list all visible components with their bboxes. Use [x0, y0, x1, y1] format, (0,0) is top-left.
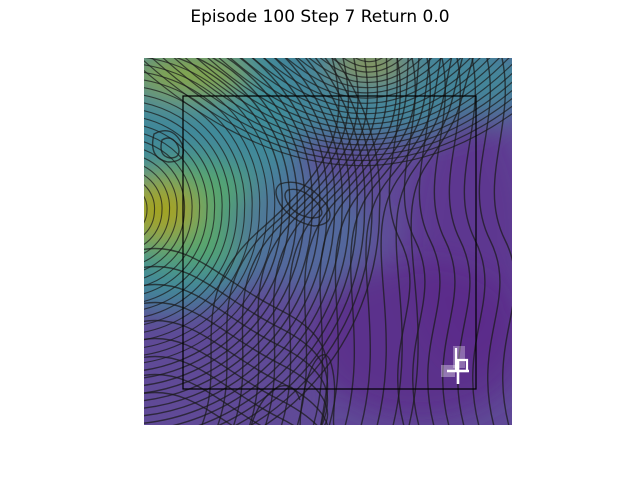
contour-line: [356, 50, 382, 57]
contour-line: [120, 198, 132, 222]
potential-field: [120, 50, 512, 425]
contour-line: [144, 195, 148, 224]
contour-line: [120, 190, 140, 229]
environment-view: [120, 50, 512, 425]
